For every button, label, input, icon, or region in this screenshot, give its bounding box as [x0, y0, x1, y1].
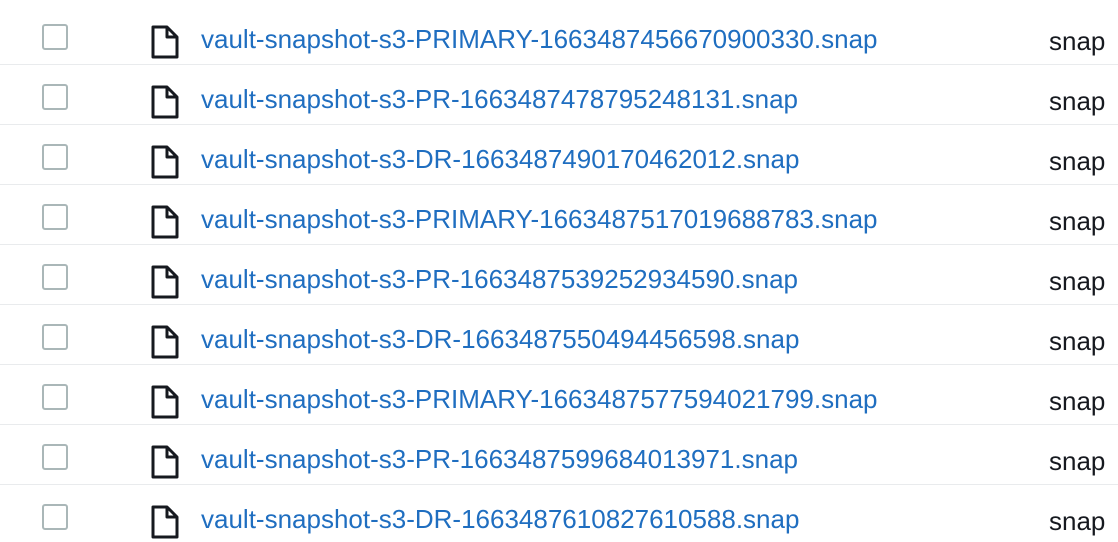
file-icon [151, 325, 179, 359]
object-name-link[interactable]: vault-snapshot-s3-PR-1663487539252934590… [201, 263, 798, 295]
row-checkbox[interactable] [42, 24, 68, 50]
table-row: vault-snapshot-s3-PRIMARY-16634875170196… [0, 185, 1118, 245]
table-row: vault-snapshot-s3-DR-1663487610827610588… [0, 485, 1118, 542]
file-icon [151, 265, 179, 299]
object-table: vault-snapshot-s3-PRIMARY-16634874566709… [0, 0, 1118, 542]
row-checkbox[interactable] [42, 444, 68, 470]
object-type: snap [1049, 506, 1106, 536]
object-type: snap [1049, 26, 1106, 56]
file-icon [151, 25, 179, 59]
row-checkbox[interactable] [42, 84, 68, 110]
object-name-link[interactable]: vault-snapshot-s3-PRIMARY-16634875775940… [201, 383, 877, 415]
object-name-link[interactable]: vault-snapshot-s3-PRIMARY-16634874566709… [201, 23, 877, 55]
row-checkbox[interactable] [42, 504, 68, 530]
table-row: vault-snapshot-s3-PRIMARY-16634874566709… [0, 5, 1118, 65]
row-checkbox[interactable] [42, 144, 68, 170]
file-icon [151, 385, 179, 419]
object-name-link[interactable]: vault-snapshot-s3-DR-1663487550494456598… [201, 323, 799, 355]
file-icon [151, 145, 179, 179]
object-type: snap [1049, 266, 1106, 296]
row-checkbox[interactable] [42, 384, 68, 410]
object-type: snap [1049, 386, 1106, 416]
file-icon [151, 505, 179, 539]
table-row: vault-snapshot-s3-PRIMARY-16634875775940… [0, 365, 1118, 425]
table-row: vault-snapshot-s3-PR-1663487599684013971… [0, 425, 1118, 485]
file-icon [151, 85, 179, 119]
row-checkbox[interactable] [42, 264, 68, 290]
object-type: snap [1049, 146, 1106, 176]
row-checkbox[interactable] [42, 204, 68, 230]
row-checkbox[interactable] [42, 324, 68, 350]
table-row: vault-snapshot-s3-DR-1663487550494456598… [0, 305, 1118, 365]
table-row: vault-snapshot-s3-DR-1663487490170462012… [0, 125, 1118, 185]
object-name-link[interactable]: vault-snapshot-s3-PR-1663487478795248131… [201, 83, 798, 115]
object-name-link[interactable]: vault-snapshot-s3-DR-1663487490170462012… [201, 143, 799, 175]
file-icon [151, 205, 179, 239]
object-type: snap [1049, 326, 1106, 356]
object-type: snap [1049, 86, 1106, 116]
object-name-link[interactable]: vault-snapshot-s3-PR-1663487599684013971… [201, 443, 798, 475]
file-icon [151, 445, 179, 479]
object-type: snap [1049, 446, 1106, 476]
object-name-link[interactable]: vault-snapshot-s3-DR-1663487610827610588… [201, 503, 799, 535]
object-name-link[interactable]: vault-snapshot-s3-PRIMARY-16634875170196… [201, 203, 877, 235]
table-row: vault-snapshot-s3-PR-1663487478795248131… [0, 65, 1118, 125]
object-type: snap [1049, 206, 1106, 236]
table-row: vault-snapshot-s3-PR-1663487539252934590… [0, 245, 1118, 305]
